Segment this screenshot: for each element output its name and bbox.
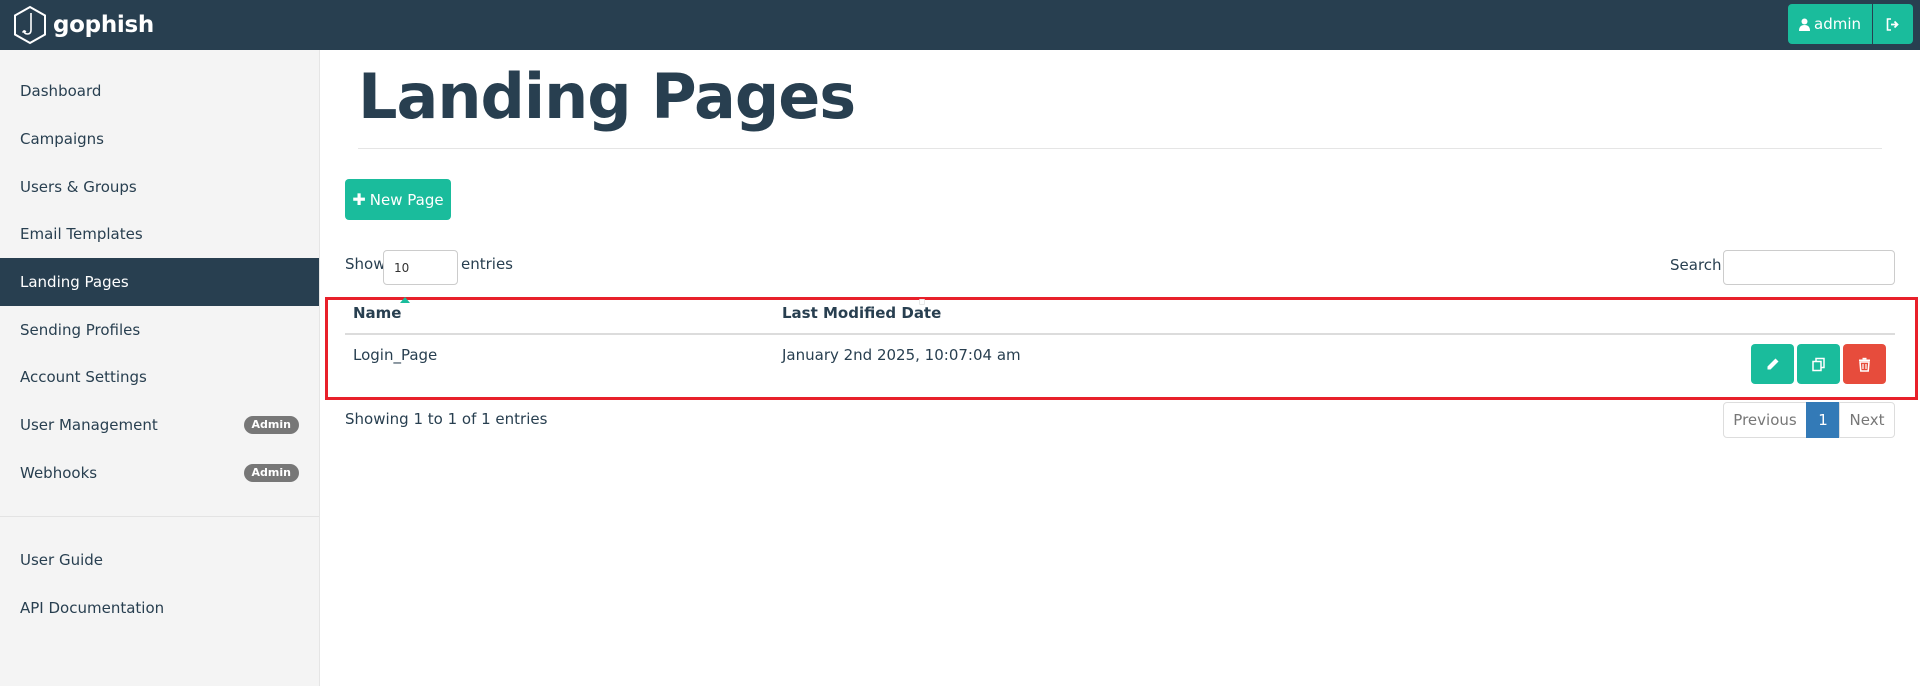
sidebar-item-dashboard[interactable]: Dashboard [0, 67, 319, 115]
previous-page-button[interactable]: Previous [1723, 402, 1807, 438]
page-title: Landing Pages [358, 60, 856, 133]
user-icon [1799, 18, 1810, 31]
entries-label: entries [461, 255, 513, 273]
cell-last-modified-date: January 2nd 2025, 10:07:04 am [782, 346, 1021, 364]
top-navbar: gophish admin [0, 0, 1920, 50]
sort-ascending-icon [400, 297, 410, 303]
sidebar-item-label: Email Templates [20, 225, 143, 243]
new-page-label: New Page [369, 190, 444, 209]
sort-neutral-icon [919, 299, 925, 305]
admin-badge: Admin [243, 416, 299, 434]
search-input[interactable] [1723, 250, 1895, 285]
title-divider [358, 148, 1882, 149]
sidebar-item-campaigns[interactable]: Campaigns [0, 115, 319, 163]
sidebar-item-email-templates[interactable]: Email Templates [0, 210, 319, 258]
copy-icon [1812, 357, 1825, 371]
page-1-button[interactable]: 1 [1806, 402, 1840, 438]
gophish-logo-icon [14, 5, 46, 45]
sidebar-item-label: Webhooks [20, 464, 98, 482]
pencil-icon [1767, 358, 1778, 370]
plus-icon: ✚ [352, 190, 366, 209]
sidebar-item-label: Dashboard [20, 82, 102, 100]
sidebar-divider [0, 516, 319, 517]
brand-logo-link[interactable]: gophish [12, 3, 154, 47]
new-page-button[interactable]: ✚ New Page [345, 179, 451, 220]
user-menu-label: admin [1814, 15, 1861, 33]
cell-name: Login_Page [353, 346, 438, 364]
column-header-last-modified-date[interactable]: Last Modified Date [782, 304, 941, 322]
delete-button[interactable] [1843, 344, 1886, 384]
sidebar-item-label: Landing Pages [20, 273, 129, 291]
admin-badge: Admin [243, 464, 299, 482]
logout-icon [1886, 17, 1899, 31]
sidebar-item-user-management[interactable]: User Management Admin [0, 401, 319, 449]
table-info: Showing 1 to 1 of 1 entries [345, 410, 548, 428]
sidebar-item-label: Campaigns [20, 130, 105, 148]
search-label: Search: [1670, 256, 1727, 274]
sidebar: Dashboard Campaigns Users & Groups Email… [0, 50, 320, 686]
highlight-box [325, 297, 1918, 400]
page-size-select[interactable]: 10 [383, 250, 458, 285]
brand-name: gophish [53, 12, 154, 38]
sidebar-item-users-groups[interactable]: Users & Groups [0, 163, 319, 211]
table-header-divider [345, 333, 1895, 335]
sidebar-item-landing-pages[interactable]: Landing Pages [0, 258, 319, 306]
user-menu-button[interactable]: admin [1788, 4, 1872, 44]
logout-button[interactable] [1873, 4, 1913, 44]
edit-button[interactable] [1751, 344, 1794, 384]
show-label: Show [345, 255, 386, 273]
sidebar-item-label: User Management [20, 416, 158, 434]
column-header-name[interactable]: Name [353, 304, 401, 322]
sidebar-item-user-guide[interactable]: User Guide [0, 536, 319, 584]
trash-icon [1859, 357, 1870, 372]
sidebar-item-label: API Documentation [20, 599, 165, 617]
sidebar-item-label: Sending Profiles [20, 321, 141, 339]
page-size-value: 10 [394, 261, 410, 275]
sidebar-item-account-settings[interactable]: Account Settings [0, 353, 319, 401]
sidebar-item-sending-profiles[interactable]: Sending Profiles [0, 306, 319, 354]
sidebar-item-label: Account Settings [20, 368, 147, 386]
sidebar-item-webhooks[interactable]: Webhooks Admin [0, 449, 319, 497]
sidebar-item-label: Users & Groups [20, 178, 137, 196]
next-page-button[interactable]: Next [1839, 402, 1895, 438]
sidebar-item-api-documentation[interactable]: API Documentation [0, 584, 319, 632]
copy-button[interactable] [1797, 344, 1840, 384]
sidebar-item-label: User Guide [20, 551, 104, 569]
